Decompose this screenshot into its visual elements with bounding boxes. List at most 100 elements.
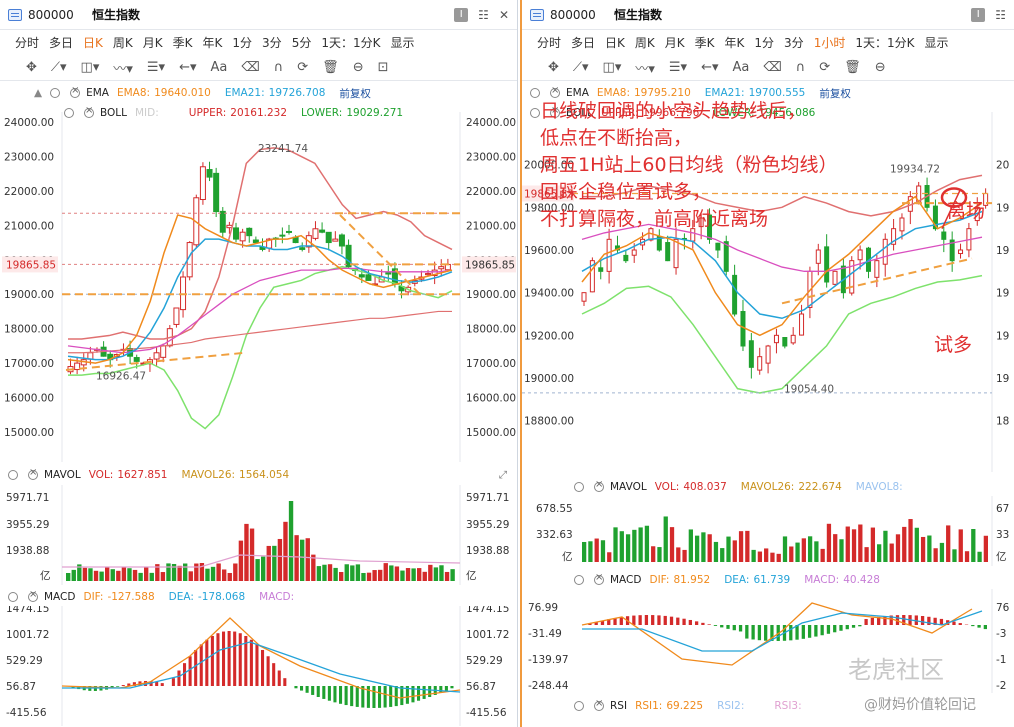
period-tab[interactable]: 周K [108,34,138,51]
trash-icon[interactable]: 🗑 [844,60,861,75]
period-tab[interactable]: 年K [198,34,228,51]
line-tool-icon[interactable]: ⟋▾ [573,60,589,75]
period-tab[interactable]: 分时 [532,34,566,51]
y-tick-label: 1938.88 [466,545,509,557]
period-tab[interactable]: 1分 [749,34,779,51]
daily-macd-chart[interactable]: 1474.15 1474.15 1001.72 1001.72 529.29 529.29… [0,606,518,726]
gear-icon[interactable] [574,701,584,711]
close-indicator-icon[interactable] [28,467,38,480]
macd-bar [160,683,164,686]
candle [723,241,729,272]
period-tab[interactable]: 1小时 [809,34,851,51]
period-tab[interactable]: 多日 [44,34,78,51]
close-indicator-icon[interactable] [594,572,604,585]
lock-icon[interactable]: ⊡ [378,60,389,75]
sync-icon[interactable]: ⟳ [819,60,830,75]
period-tab[interactable]: 5分 [287,34,317,51]
period-tab[interactable]: 周K [630,34,660,51]
settings-icon[interactable]: ☷ [478,8,489,22]
ema8-line [67,214,453,364]
daily-volume-chart[interactable]: 5971.71 5971.71 3955.29 3955.29 1938.88 1938.… [0,485,518,585]
period-tab[interactable]: 月K [660,34,690,51]
gear-icon[interactable] [50,88,61,98]
y-tick-label: 33 [996,529,1009,541]
rsi1-value: 69.225 [666,700,704,712]
link-icon[interactable]: ⊖ [875,60,886,75]
volume-bar [339,571,344,581]
move-icon[interactable]: ✥ [548,60,559,75]
trash-icon[interactable]: 🗑 [322,60,339,75]
period-tab[interactable]: 月K [138,34,168,51]
link-icon[interactable]: ⊖ [353,60,364,75]
close-icon[interactable]: ✕ [499,8,509,22]
gear-icon[interactable] [8,470,18,480]
volume-bar [366,572,372,581]
period-tab[interactable]: 季K [690,34,720,51]
close-indicator-icon[interactable] [28,589,38,602]
fib-tool-icon[interactable]: ☰▾ [669,60,687,75]
minimize-icon[interactable]: I [971,8,986,22]
rect-tool-icon[interactable]: ◫▾ [603,60,622,75]
line-tool-icon[interactable]: ⟋▾ [51,60,67,75]
volume-bar [138,572,143,581]
period-tab[interactable]: 分时 [10,34,44,51]
y-tick-label: 19600.00 [524,245,574,257]
arrow-tool-icon[interactable]: ←▾ [701,60,718,75]
candle [153,352,160,360]
period-tab[interactable]: 年K [720,34,750,51]
fib-tool-icon[interactable]: ☰▾ [147,60,165,75]
eraser-icon[interactable]: ⌫ [763,60,781,75]
magnet-icon[interactable]: ∩ [796,60,806,75]
period-tab[interactable]: 季K [168,34,198,51]
volume-bar [99,571,104,581]
magnet-icon[interactable]: ∩ [274,60,284,75]
rsi3-label: RSI3: [774,700,802,712]
macd-bar [977,625,981,628]
gear-icon[interactable] [574,482,584,492]
window-icon [8,8,22,21]
period-tab[interactable]: 日K [600,34,630,51]
period-tab[interactable]: 1分 [227,34,257,51]
eraser-icon[interactable]: ⌫ [241,60,259,75]
minimize-icon[interactable]: I [454,8,469,22]
macd-bar [227,631,231,686]
gear-icon[interactable] [574,575,584,585]
period-tab[interactable]: 多日 [566,34,600,51]
period-tab[interactable]: 日K [78,34,108,51]
annotation-line: 低点在不断抬高， [540,127,693,149]
volume-bar [657,547,662,562]
daily-price-chart[interactable]: 24000.00 24000.00 23000.00 23000.00 22000.00… [0,112,518,462]
close-indicator-icon[interactable] [594,479,604,492]
macd-bar [311,686,315,695]
move-icon[interactable]: ✥ [26,60,37,75]
candle [757,356,763,371]
collapse-icon[interactable]: ▲ [34,87,42,99]
macd-bar [294,686,298,689]
wave-tool-icon[interactable]: 〰▾ [635,58,655,77]
gear-icon[interactable] [530,88,540,98]
volume-bar [394,566,400,581]
wave-tool-icon[interactable]: 〰▾ [113,58,133,77]
arrow-tool-icon[interactable]: ←▾ [179,60,196,75]
adjust-mode[interactable]: 前复权 [339,86,371,101]
period-tab[interactable]: 3分 [779,34,809,51]
period-tab[interactable]: 显示 [385,34,419,51]
rect-tool-icon[interactable]: ◫▾ [81,60,100,75]
volume-bar [877,544,882,562]
period-tab[interactable]: 显示 [919,34,953,51]
close-indicator-icon[interactable] [70,85,81,98]
settings-icon[interactable]: ☷ [995,8,1006,22]
close-indicator-icon[interactable] [594,698,604,711]
text-tool-icon[interactable]: Aa [733,60,750,75]
sync-icon[interactable]: ⟳ [297,60,308,75]
text-tool-icon[interactable]: Aa [211,60,228,75]
expand-icon[interactable]: ⤢ [499,469,507,482]
close-indicator-icon[interactable] [550,85,560,98]
candle [425,273,432,276]
period-tab[interactable]: 3分 [257,34,287,51]
period-tab[interactable]: 1天：1分K [850,34,919,51]
gear-icon[interactable] [8,592,18,602]
hourly-volume-chart[interactable]: 678.55 67 332.63 33 亿 亿 [522,496,1014,566]
period-tab[interactable]: 1天：1分K [316,34,385,51]
macd-bar [644,615,649,625]
